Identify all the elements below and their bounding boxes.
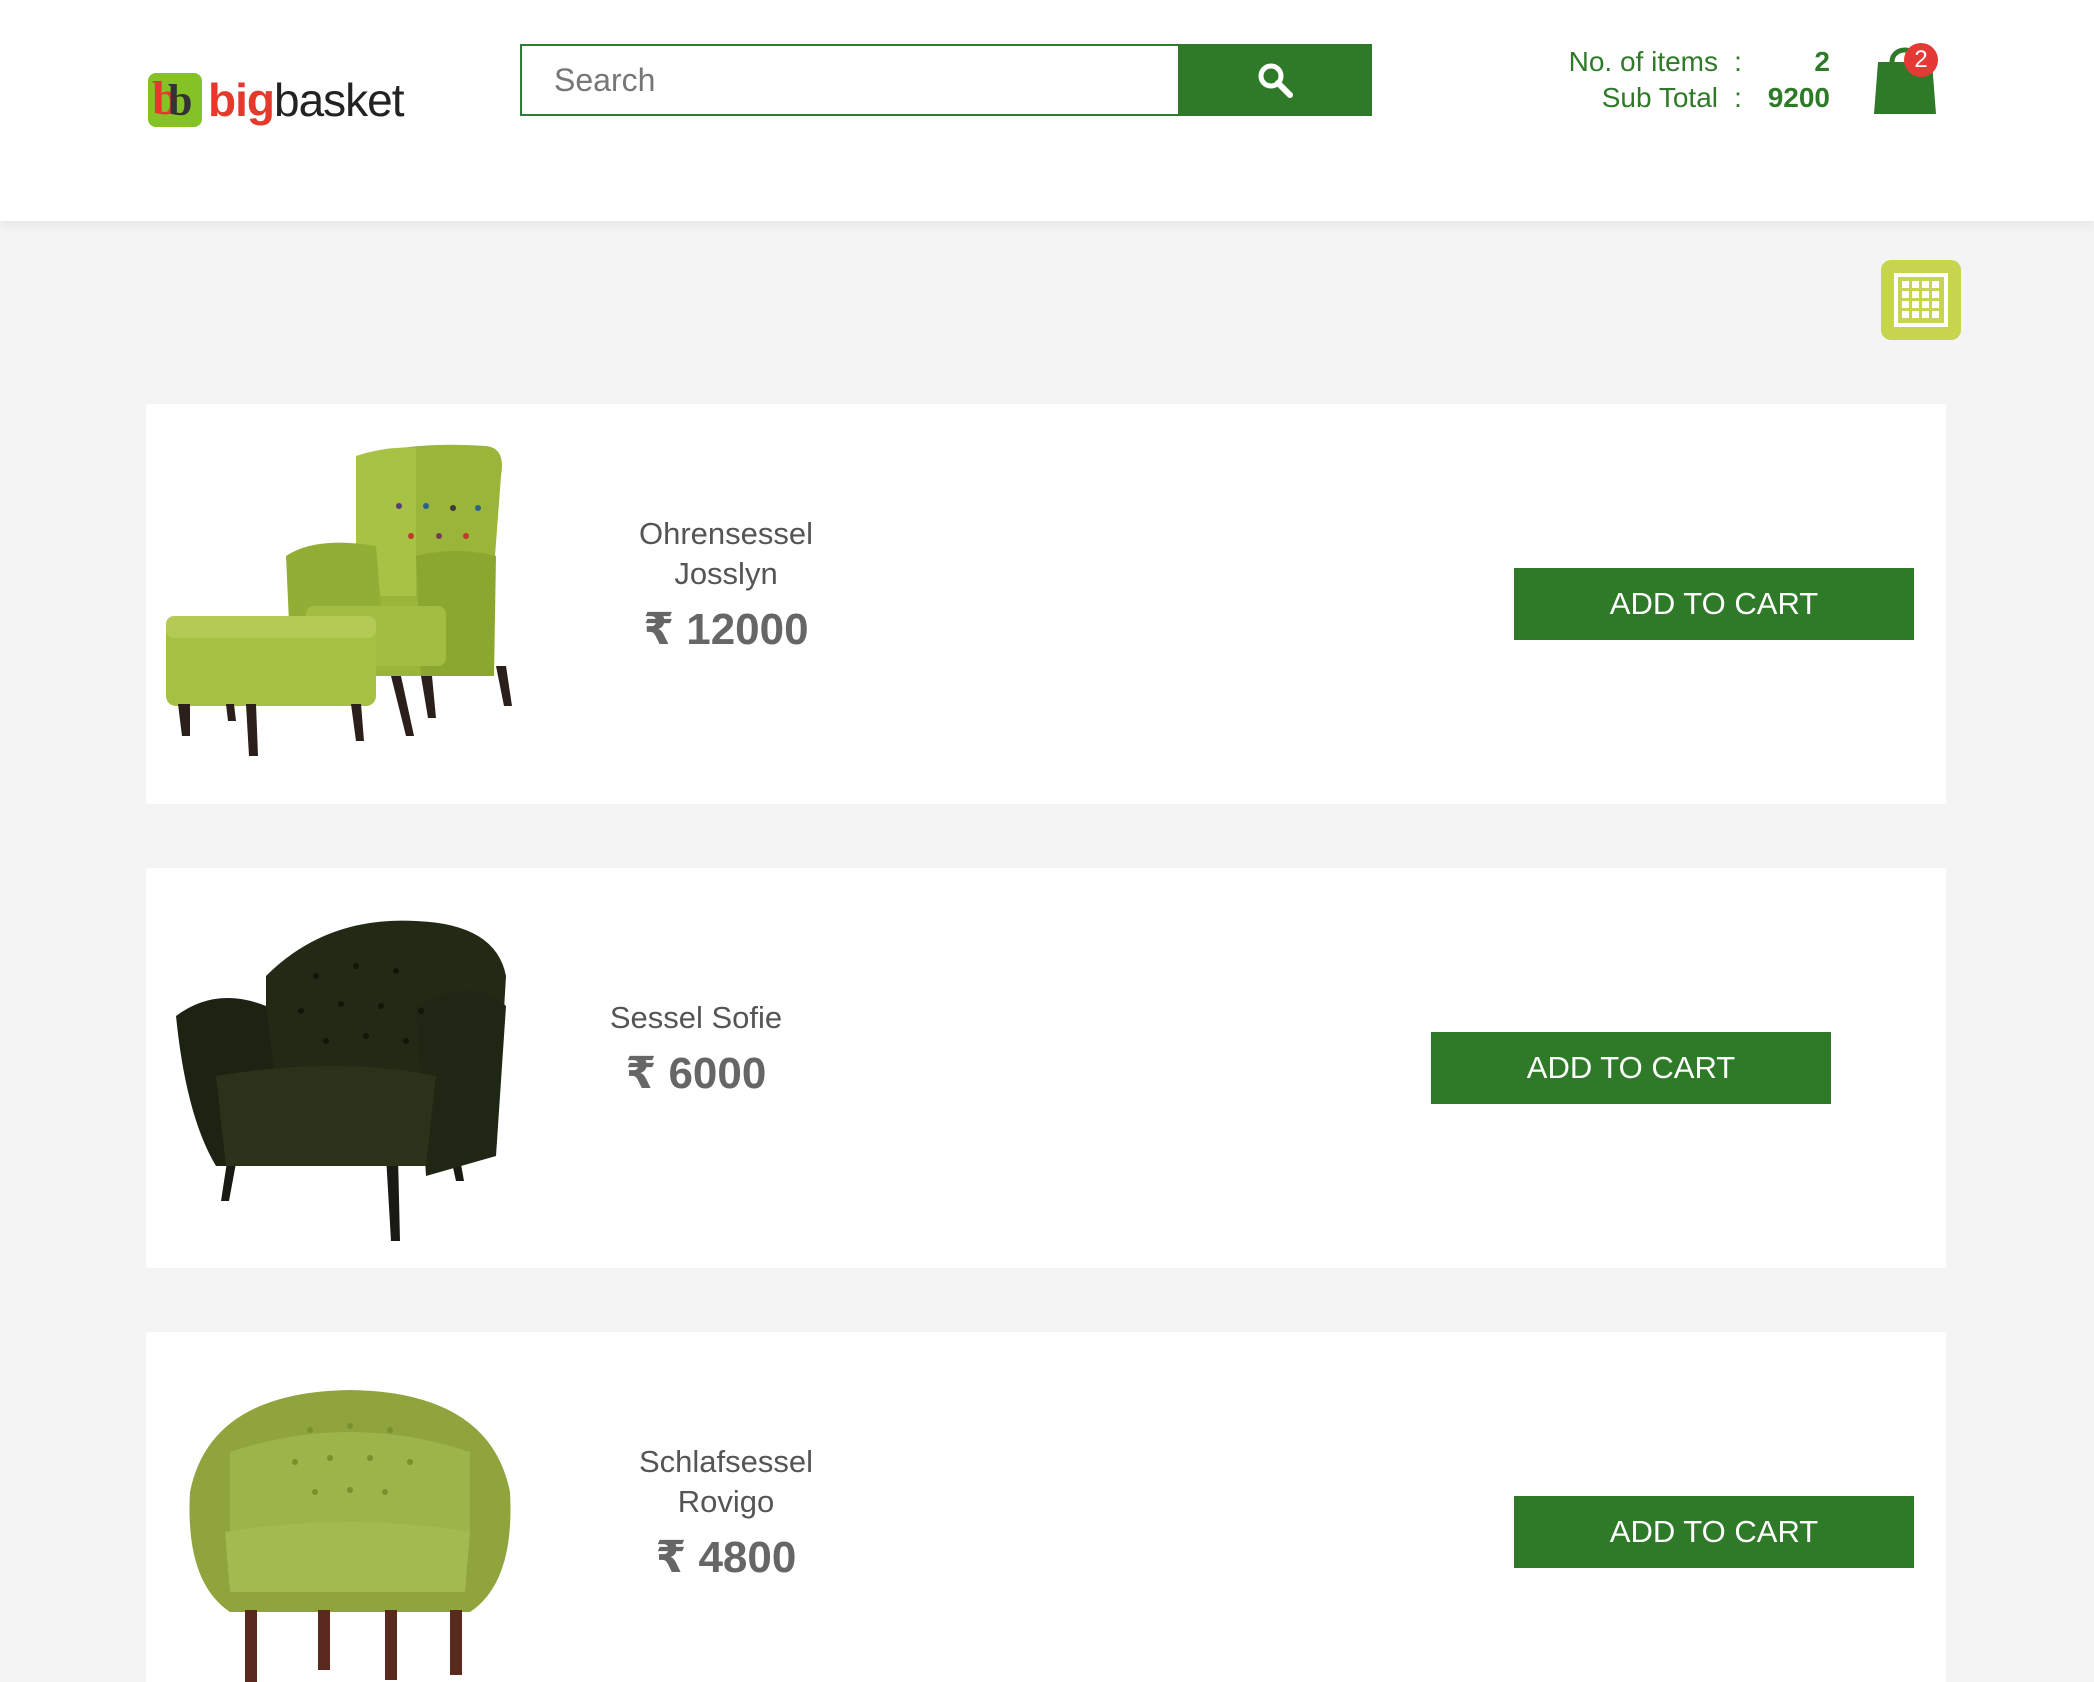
cart-subtotal-row: Sub Total : 9200 bbox=[1500, 80, 1830, 116]
top-header: bb bigbasket No. of items : 2 Sub Total … bbox=[0, 0, 2094, 221]
add-to-cart-button[interactable]: ADD TO CART bbox=[1514, 1496, 1914, 1568]
product-image-tufted-armchair bbox=[176, 920, 506, 1241]
search-box bbox=[520, 44, 1180, 116]
product-card: Schlafsessel Rovigo ₹ 4800 ADD TO CART bbox=[146, 1332, 1946, 1682]
cart-items-colon: : bbox=[1734, 46, 1742, 77]
cart-items-row: No. of items : 2 bbox=[1500, 44, 1830, 80]
cart-subtotal-colon: : bbox=[1734, 82, 1742, 113]
product-image-wingback-chair bbox=[166, 444, 512, 756]
cart-summary: No. of items : 2 Sub Total : 9200 bbox=[1500, 44, 1830, 116]
product-name[interactable]: Ohrensessel Josslyn bbox=[586, 514, 866, 594]
bigbasket-logo[interactable]: bb bigbasket bbox=[148, 72, 405, 128]
cart-count-badge: 2 bbox=[1904, 43, 1938, 77]
product-price: ₹ 6000 bbox=[625, 1049, 767, 1098]
logo-text: bigbasket bbox=[208, 74, 405, 126]
cart-subtotal-label: Sub Total bbox=[1601, 82, 1718, 113]
product-info: Ohrensessel Josslyn ₹ 12000 bbox=[586, 514, 866, 655]
cart-items-value: 2 bbox=[1814, 46, 1830, 77]
product-name[interactable]: Schlafsessel Rovigo bbox=[586, 1442, 866, 1522]
product-image-tub-chair bbox=[189, 1390, 511, 1682]
cart-subtotal-value: 9200 bbox=[1767, 82, 1830, 113]
logo-mark: bb bbox=[148, 73, 202, 127]
add-to-cart-button[interactable]: ADD TO CART bbox=[1514, 568, 1914, 640]
search-icon bbox=[1258, 63, 1293, 98]
product-price: ₹ 4800 bbox=[655, 1533, 797, 1582]
product-card: Ohrensessel Josslyn ₹ 12000 ADD TO CART bbox=[146, 404, 1946, 804]
product-price: ₹ 12000 bbox=[643, 605, 809, 654]
search-button[interactable] bbox=[1178, 44, 1372, 116]
add-to-cart-button[interactable]: ADD TO CART bbox=[1431, 1032, 1831, 1104]
cart-items-label: No. of items bbox=[1568, 46, 1718, 77]
grid-view-toggle[interactable] bbox=[1881, 260, 1961, 340]
product-card: Sessel Sofie ₹ 6000 ADD TO CART bbox=[146, 868, 1946, 1268]
search-input[interactable] bbox=[522, 46, 1178, 114]
product-info: Sessel Sofie ₹ 6000 bbox=[556, 998, 836, 1099]
product-info: Schlafsessel Rovigo ₹ 4800 bbox=[586, 1442, 866, 1583]
grid-view-icon bbox=[1894, 273, 1948, 327]
product-name[interactable]: Sessel Sofie bbox=[556, 998, 836, 1038]
